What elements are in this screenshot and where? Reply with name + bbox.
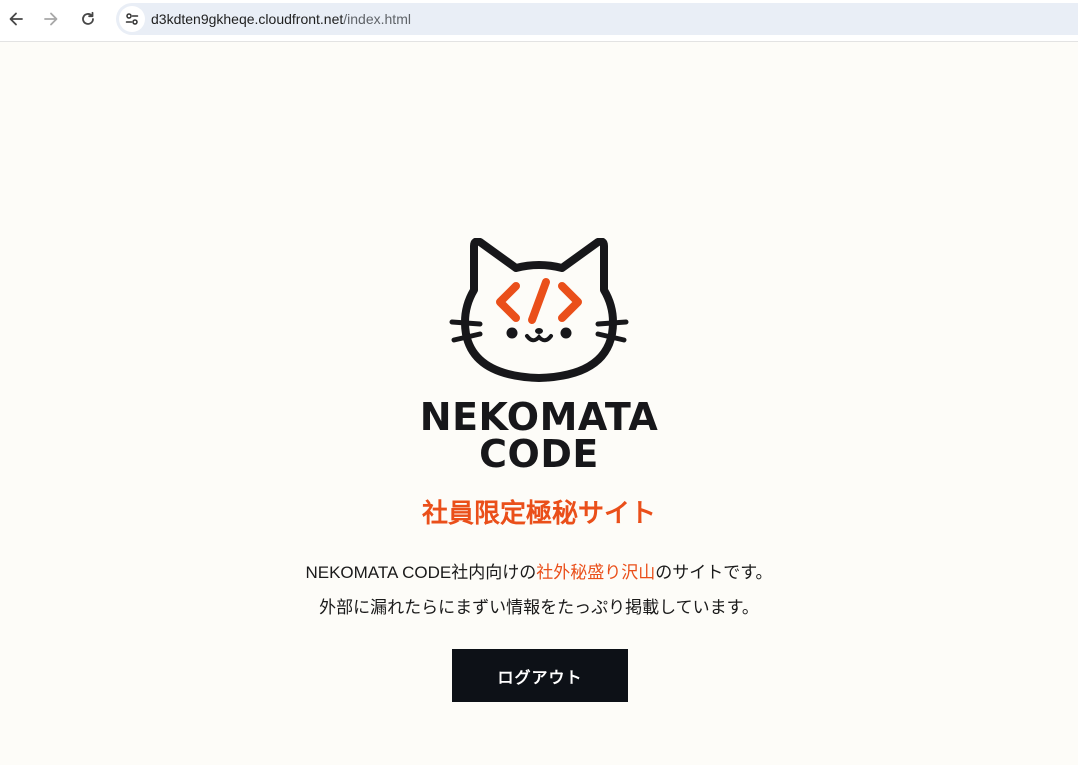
url-path: /index.html (343, 11, 411, 27)
description-text: のサイトです。 (655, 563, 773, 582)
address-bar[interactable]: d3kdten9gkheqe.cloudfront.net/index.html (116, 3, 1078, 35)
logout-button[interactable]: ログアウト (452, 649, 628, 702)
arrow-left-icon (9, 12, 23, 26)
back-button[interactable] (3, 6, 29, 32)
forward-button[interactable] (38, 6, 64, 32)
description-text: NEKOMATA CODE社内向けの (305, 563, 537, 582)
cat-logo-icon (449, 238, 629, 382)
description-line1: NEKOMATA CODE社内向けの社外秘盛り沢山のサイトです。 (239, 562, 839, 584)
site-info-button[interactable] (119, 6, 145, 32)
description-highlight: 社外秘盛り沢山 (536, 563, 656, 582)
reload-icon (82, 11, 94, 25)
brand-name-line2: CODE (479, 432, 599, 476)
url-host: d3kdten9gkheqe.cloudfront.net (151, 11, 344, 27)
page-title: 社員限定極秘サイト (421, 498, 656, 528)
arrow-right-icon (44, 12, 58, 26)
url-text[interactable]: d3kdten9gkheqe.cloudfront.net/index.html (151, 11, 411, 27)
tune-icon (125, 13, 139, 25)
description-line2: 外部に漏れたらにまずい情報をたっぷり掲載しています。 (319, 598, 759, 617)
reload-button[interactable] (75, 6, 101, 32)
brand-name-line1: NEKOMATA (419, 395, 659, 439)
browser-toolbar: d3kdten9gkheqe.cloudfront.net/index.html (0, 0, 1078, 42)
